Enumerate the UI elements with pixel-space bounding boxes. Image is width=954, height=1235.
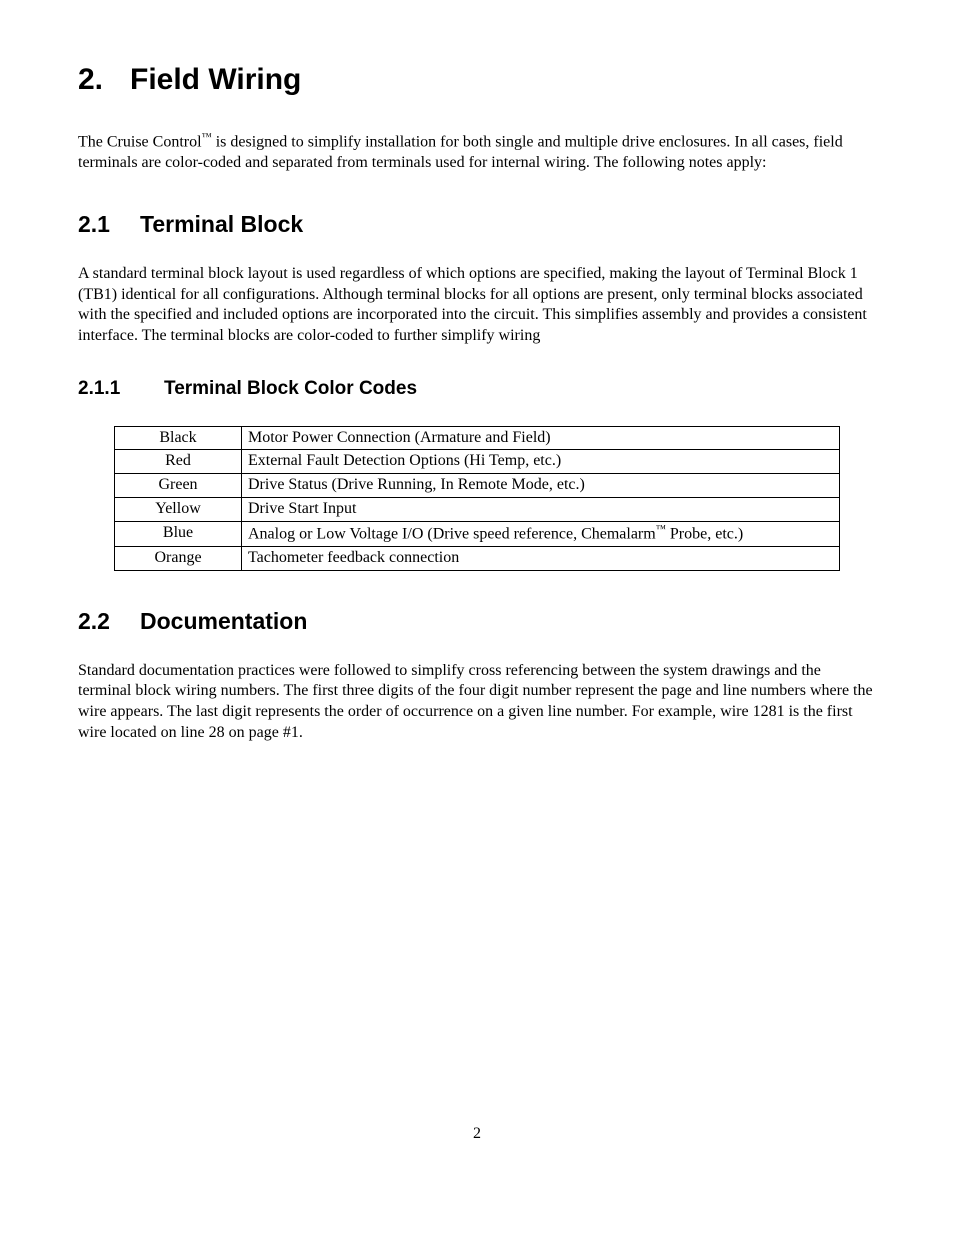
color-desc: Motor Power Connection (Armature and Fie…	[242, 426, 840, 450]
heading-1: 2.Field Wiring	[78, 60, 876, 99]
intro-text-before: The Cruise Control	[78, 133, 202, 150]
color-desc: Analog or Low Voltage I/O (Drive speed r…	[242, 521, 840, 546]
table-row: Green Drive Status (Drive Running, In Re…	[115, 474, 840, 498]
color-name: Black	[115, 426, 242, 450]
color-name: Blue	[115, 521, 242, 546]
heading-2a-text: Terminal Block	[140, 211, 303, 237]
color-desc: Drive Status (Drive Running, In Remote M…	[242, 474, 840, 498]
color-name: Green	[115, 474, 242, 498]
color-desc: External Fault Detection Options (Hi Tem…	[242, 450, 840, 474]
table-row: Orange Tachometer feedback connection	[115, 547, 840, 571]
trademark-symbol: ™	[202, 132, 212, 143]
page-number: 2	[78, 1124, 876, 1145]
heading-3-number: 2.1.1	[78, 377, 164, 402]
trademark-symbol: ™	[656, 524, 666, 535]
heading-2b-number: 2.2	[78, 607, 140, 637]
heading-1-number: 2.	[78, 60, 130, 99]
table-row: Red External Fault Detection Options (Hi…	[115, 450, 840, 474]
heading-2b-text: Documentation	[140, 608, 307, 634]
heading-2-terminal-block: 2.1Terminal Block	[78, 210, 876, 240]
heading-3-text: Terminal Block Color Codes	[164, 378, 417, 399]
color-name: Red	[115, 450, 242, 474]
intro-paragraph: The Cruise Control™ is designed to simpl…	[78, 131, 876, 174]
heading-2-documentation: 2.2Documentation	[78, 607, 876, 637]
table-row: Yellow Drive Start Input	[115, 498, 840, 522]
color-name: Orange	[115, 547, 242, 571]
documentation-paragraph: Standard documentation practices were fo…	[78, 661, 876, 744]
color-desc: Tachometer feedback connection	[242, 547, 840, 571]
color-desc: Drive Start Input	[242, 498, 840, 522]
table-row: Blue Analog or Low Voltage I/O (Drive sp…	[115, 521, 840, 546]
terminal-block-paragraph: A standard terminal block layout is used…	[78, 264, 876, 347]
color-name: Yellow	[115, 498, 242, 522]
heading-1-text: Field Wiring	[130, 63, 301, 96]
heading-2a-number: 2.1	[78, 210, 140, 240]
heading-3-color-codes: 2.1.1Terminal Block Color Codes	[78, 377, 876, 402]
table-row: Black Motor Power Connection (Armature a…	[115, 426, 840, 450]
color-codes-table: Black Motor Power Connection (Armature a…	[114, 426, 840, 571]
